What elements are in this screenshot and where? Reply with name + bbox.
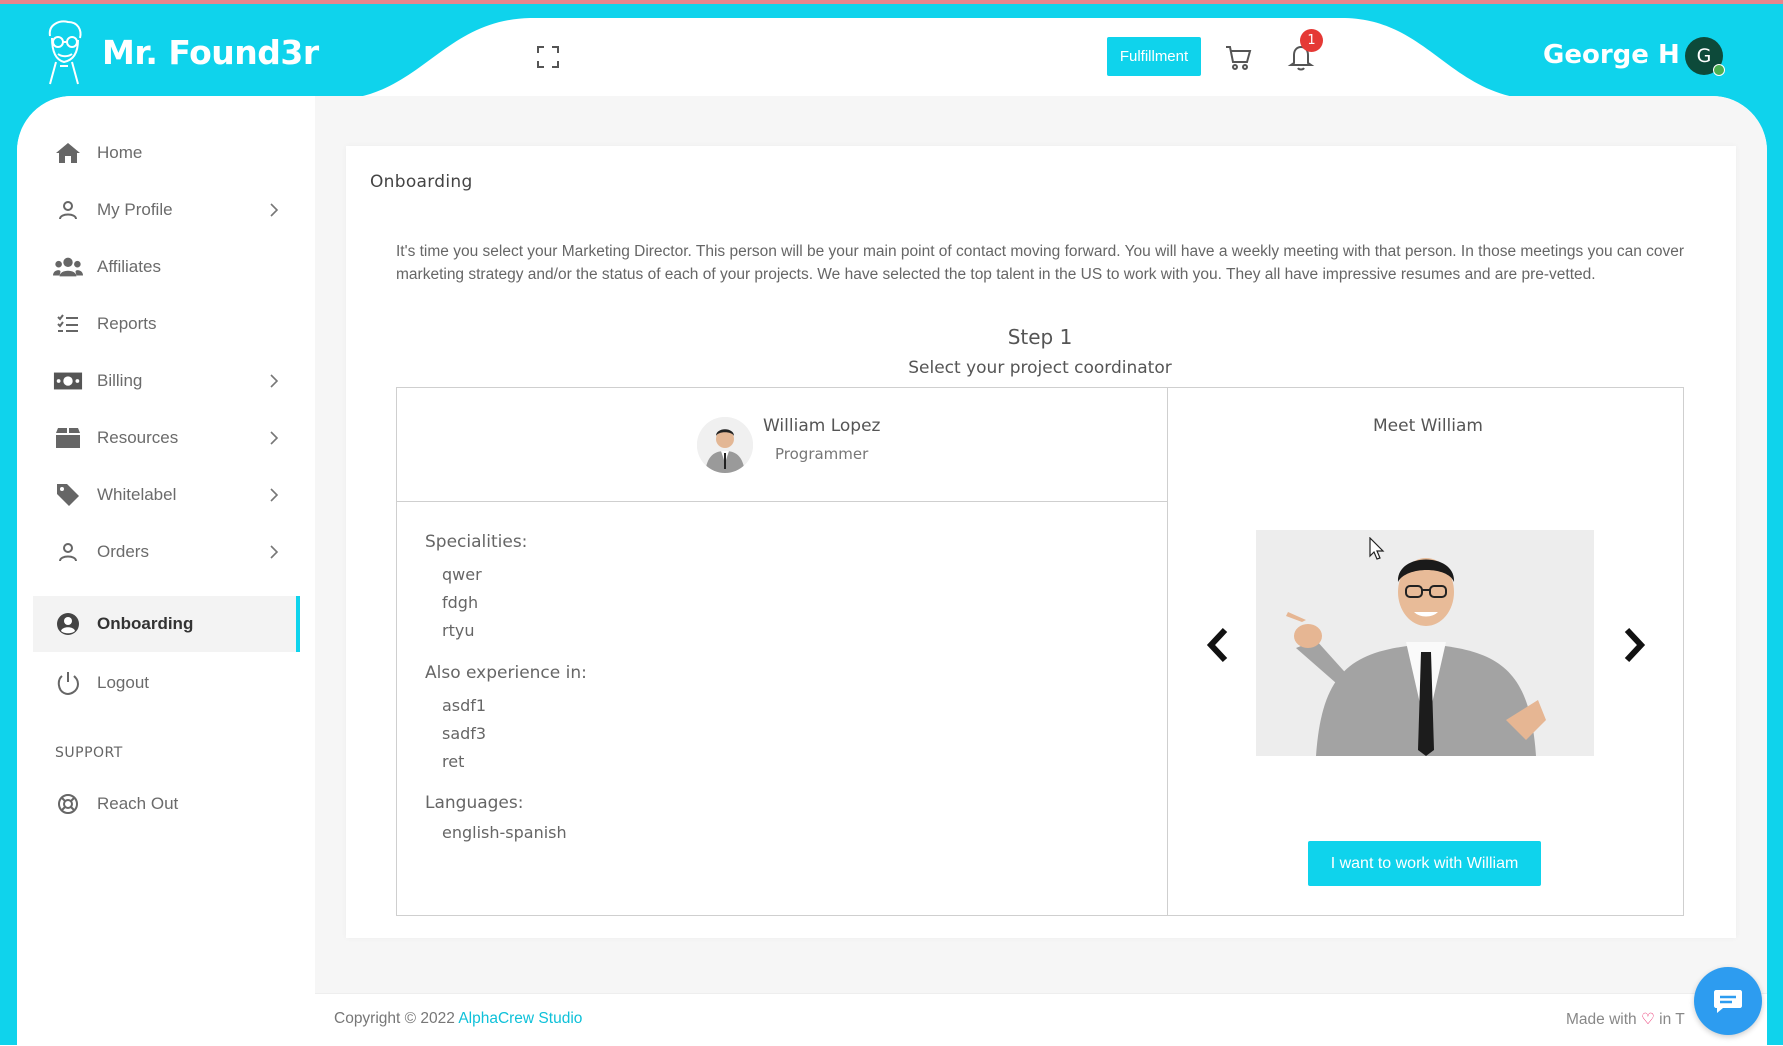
sidebar-item-label: My Profile	[97, 200, 173, 219]
sidebar-item-label: Orders	[97, 542, 149, 561]
language-item: english-spanish	[442, 823, 567, 842]
made-with-text: Made with ♡ in T	[1566, 1010, 1696, 1029]
speciality-item: qwer	[442, 565, 482, 584]
column-divider	[1167, 387, 1168, 915]
work-with-button[interactable]: I want to work with William	[1308, 841, 1541, 886]
intro-text: It's time you select your Marketing Dire…	[396, 243, 1685, 283]
experience-item: ret	[442, 752, 465, 771]
notification-badge: 1	[1300, 29, 1323, 52]
sidebar-item-my-profile[interactable]: My Profile	[33, 182, 300, 238]
experience-item: asdf1	[442, 696, 487, 715]
sidebar-item-label: Onboarding	[97, 614, 194, 633]
brand[interactable]: Mr. Found3r	[40, 18, 319, 86]
sidebar-item-label: Whitelabel	[97, 485, 177, 504]
made-with-label: Made with	[1566, 1011, 1641, 1028]
coordinator-photo	[1256, 530, 1594, 756]
coordinator-role: Programmer	[775, 445, 869, 463]
meet-heading: Meet William	[1373, 416, 1483, 436]
fulfillment-button[interactable]: Fulfillment	[1107, 37, 1201, 76]
experience-item: sadf3	[442, 724, 487, 743]
experience-label: Also experience in:	[425, 663, 587, 683]
user-icon	[53, 197, 83, 223]
coordinator-name: William Lopez	[763, 416, 881, 436]
mouse-cursor-icon	[1369, 537, 1385, 560]
heart-icon: ♡	[1640, 1011, 1655, 1028]
speciality-item: rtyu	[442, 621, 475, 640]
step-heading: Step 1	[1007, 325, 1073, 349]
coordinator-avatar	[697, 417, 753, 473]
chevron-right-icon	[270, 431, 279, 445]
made-in-label: in T	[1654, 1011, 1685, 1028]
cart-icon[interactable]	[1224, 44, 1252, 72]
brand-name: Mr. Found3r	[102, 32, 319, 72]
user-name[interactable]: George H	[1543, 40, 1680, 70]
support-heading: SUPPORT	[55, 745, 123, 761]
copyright-label: Copyright © 2022	[334, 1010, 459, 1027]
row-divider	[396, 501, 1168, 502]
chevron-right-icon	[270, 545, 279, 559]
studio-link[interactable]: AlphaCrew Studio	[458, 1010, 582, 1027]
sidebar-item-label: Reach Out	[97, 794, 179, 813]
chat-icon	[1714, 990, 1742, 1013]
fullscreen-icon[interactable]	[537, 46, 559, 68]
specialities-label: Specialities:	[425, 532, 528, 552]
sidebar-item-home[interactable]: Home	[33, 125, 300, 181]
chat-button[interactable]	[1694, 967, 1762, 1035]
sidebar-item-resources[interactable]: Resources	[33, 410, 300, 466]
chevron-right-icon	[270, 488, 279, 502]
tag-icon	[53, 482, 83, 508]
sidebar-item-logout[interactable]: Logout	[33, 655, 300, 711]
step-subtitle: Select your project coordinator	[908, 358, 1172, 378]
home-icon	[53, 140, 83, 166]
sidebar-item-affiliates[interactable]: Affiliates	[33, 239, 300, 295]
languages-label: Languages:	[425, 793, 524, 813]
page-title: Onboarding	[370, 172, 473, 192]
copyright-text: Copyright © 2022 AlphaCrew Studio	[334, 1010, 582, 1028]
chevron-right-icon[interactable]	[1621, 627, 1647, 663]
sidebar-item-label: Home	[97, 143, 143, 162]
online-status-dot	[1713, 64, 1725, 76]
sidebar-item-label: Logout	[97, 673, 149, 692]
chevron-right-icon	[270, 203, 279, 217]
sidebar-item-orders[interactable]: Orders	[33, 524, 300, 580]
lifebuoy-icon	[53, 791, 83, 817]
users-icon	[53, 254, 83, 280]
power-icon	[53, 670, 83, 696]
founder-logo-icon	[48, 20, 82, 85]
sidebar-item-onboarding[interactable]: Onboarding	[33, 596, 300, 652]
user-icon	[53, 539, 83, 565]
speciality-item: fdgh	[442, 593, 479, 612]
sidebar-item-label: Resources	[97, 428, 179, 447]
box-icon	[53, 425, 83, 451]
user-circle-icon	[53, 611, 83, 637]
sidebar-item-reach-out[interactable]: Reach Out	[33, 776, 300, 832]
chevron-left-icon[interactable]	[1205, 627, 1231, 663]
sidebar-item-label: Affiliates	[97, 257, 161, 276]
sidebar-item-whitelabel[interactable]: Whitelabel	[33, 467, 300, 523]
